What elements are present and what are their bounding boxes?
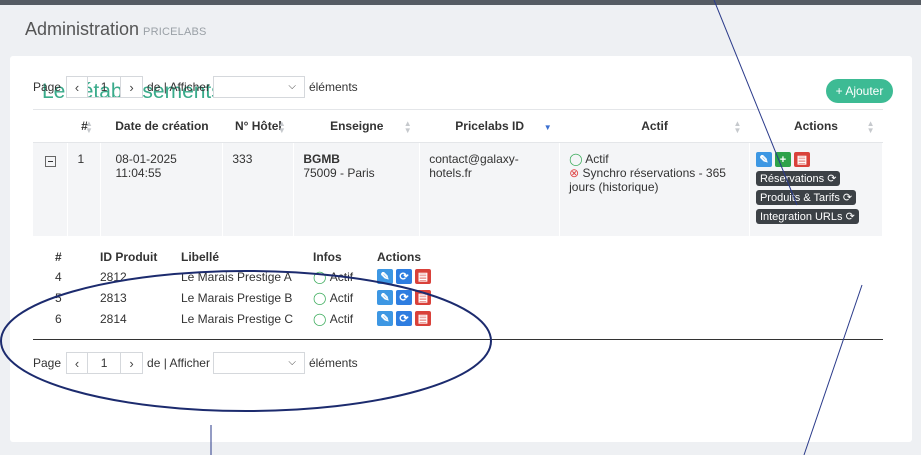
annotation-line [713, 0, 798, 206]
annotation-line [803, 284, 863, 455]
annotation-ellipse [0, 270, 492, 412]
annotation-overlay [0, 0, 863, 455]
